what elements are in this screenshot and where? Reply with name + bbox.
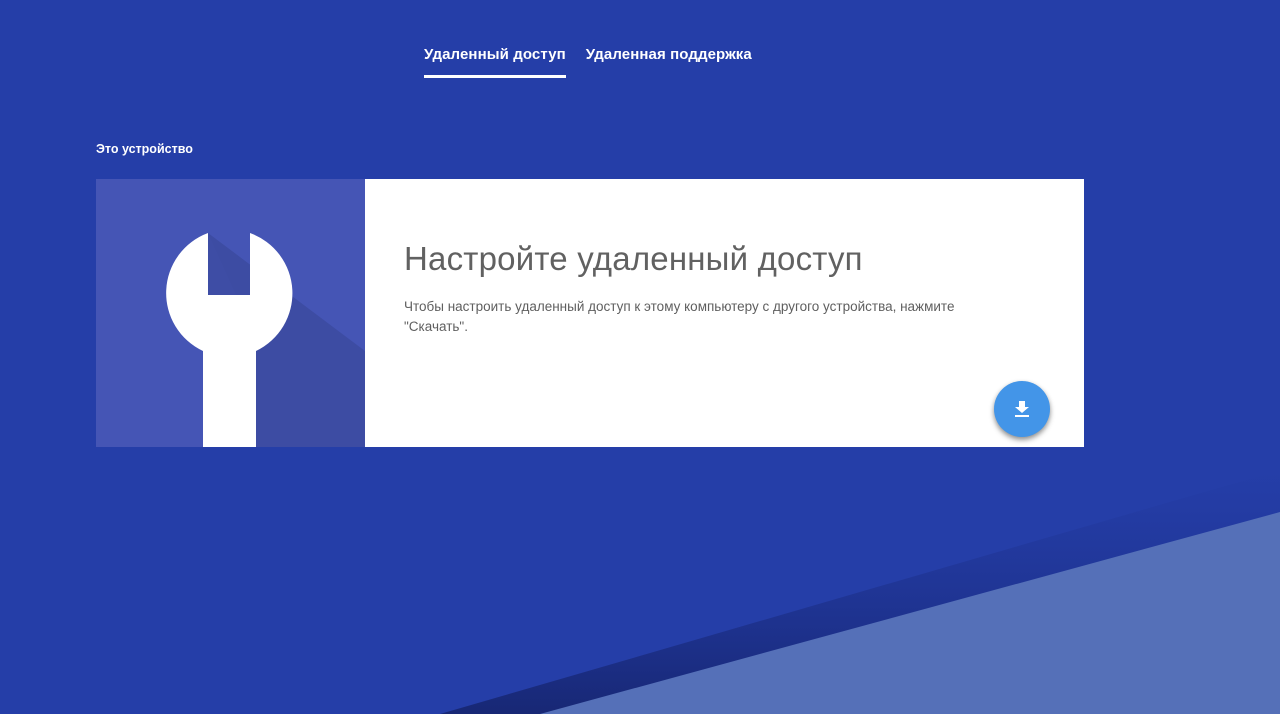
tab-bar: Удаленный доступ Удаленная поддержка xyxy=(424,36,752,78)
tab-remote-access[interactable]: Удаленный доступ xyxy=(424,36,566,78)
setup-card: Настройте удаленный доступ Чтобы настрои… xyxy=(96,179,1084,447)
download-button[interactable] xyxy=(994,381,1050,437)
card-body: Настройте удаленный доступ Чтобы настрои… xyxy=(365,179,1084,447)
section-label: Это устройство xyxy=(96,142,193,156)
card-description: Чтобы настроить удаленный доступ к этому… xyxy=(404,299,955,334)
download-icon xyxy=(1015,401,1029,417)
card-title: Настройте удаленный доступ xyxy=(404,240,863,277)
tab-remote-support[interactable]: Удаленная поддержка xyxy=(586,36,752,64)
card-illustration xyxy=(96,179,365,447)
wrench-icon xyxy=(166,233,365,447)
